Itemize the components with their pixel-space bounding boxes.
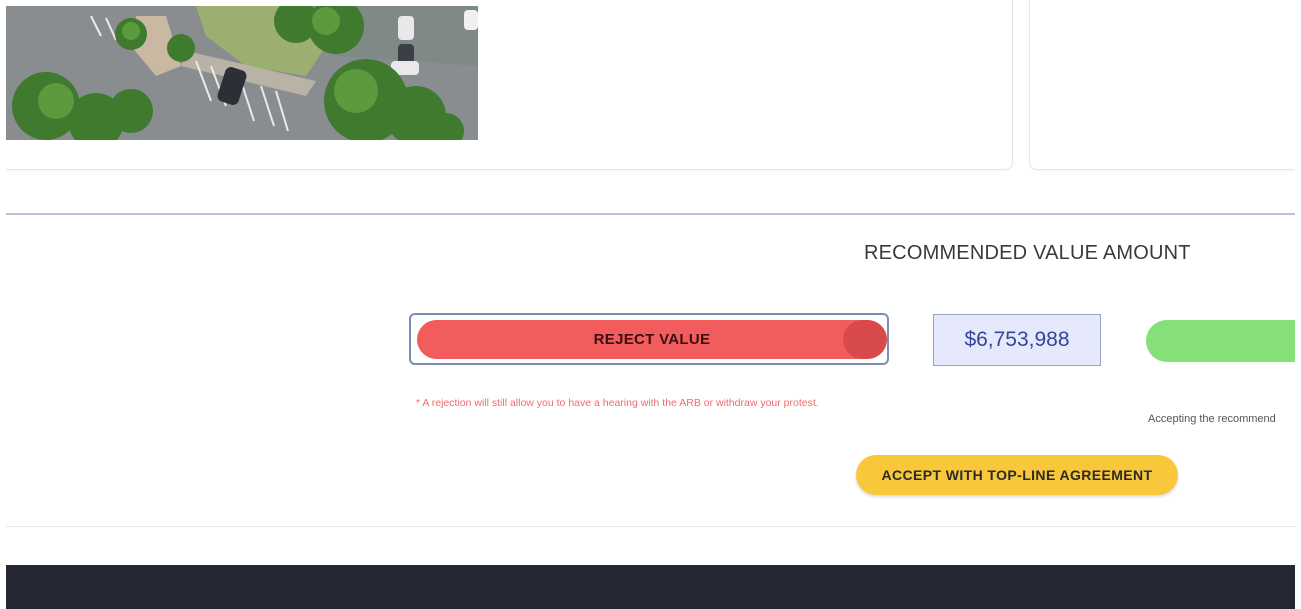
recommended-value-amount: $6,753,988: [933, 314, 1101, 366]
property-details-card: [1029, 0, 1295, 170]
accept-top-line-agreement-button[interactable]: ACCEPT WITH TOP-LINE AGREEMENT: [856, 455, 1178, 495]
page-frame: RECOMMENDED VALUE AMOUNT REJECT VALUE $6…: [6, 0, 1295, 609]
reject-button-hover-knob: [843, 320, 887, 359]
reject-value-label: REJECT VALUE: [593, 331, 711, 348]
recommended-value-title: RECOMMENDED VALUE AMOUNT: [864, 242, 1191, 264]
reject-value-button[interactable]: REJECT VALUE: [417, 320, 887, 359]
section-bottom-border: [6, 526, 1295, 527]
reject-disclaimer-note: * A rejection will still allow you to ha…: [416, 397, 819, 409]
reject-button-focus-ring: REJECT VALUE: [409, 313, 889, 365]
page-footer: [6, 565, 1295, 609]
aerial-property-photo: [6, 6, 478, 140]
accept-value-button[interactable]: [1146, 320, 1295, 362]
section-divider: [6, 213, 1295, 215]
accept-disclaimer-note: Accepting the recommend: [1148, 413, 1276, 425]
